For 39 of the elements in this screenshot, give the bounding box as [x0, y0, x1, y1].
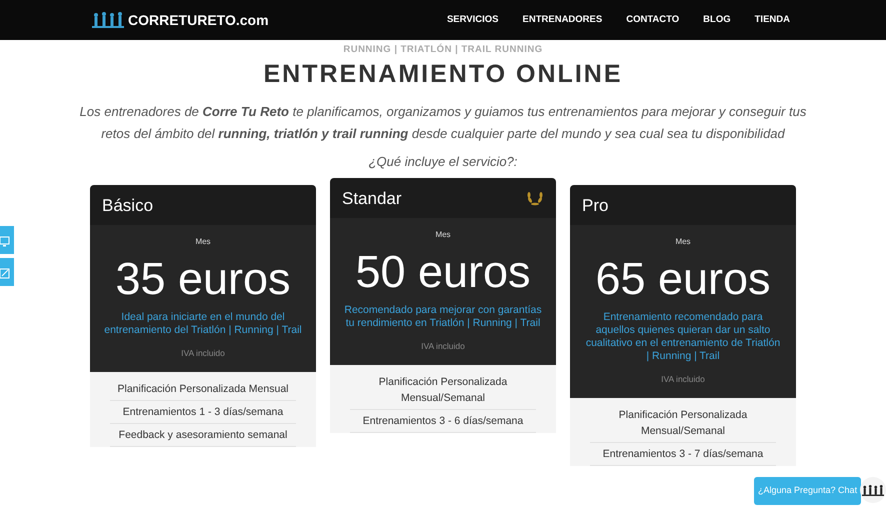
- feature-item: Planificación Personalizada Mensual/Semanal: [350, 371, 536, 410]
- plan-description: Entrenamiento recomendado para aquellos quienes quieran dar un salto cualitativo en el entrenamiento de Triatlón | Running | Trail: [584, 311, 782, 364]
- edit-icon: [0, 268, 10, 280]
- nav-link[interactable]: ENTRENADORES: [522, 12, 602, 28]
- feature-item: Planificación Personalizada Mensual: [110, 378, 296, 401]
- monitor-button[interactable]: [0, 226, 14, 254]
- plan-description: Recomendado para mejorar con garantías tu rendimiento en Triatlón | Running | Trail: [344, 304, 542, 330]
- monitor-icon: [0, 236, 10, 248]
- nav-link[interactable]: SERVICIOS: [446, 12, 499, 28]
- feature-item: Entrenamientos 1 - 3 días/semana: [110, 401, 296, 424]
- plan-price: 35 euros: [114, 252, 292, 306]
- period-label: Mes: [434, 230, 452, 240]
- plan-description: Ideal para iniciarte en el mundo del entrenamiento del Triatlón | Running | Trail: [104, 311, 302, 338]
- question-text: ¿Qué incluye el servicio?:: [368, 153, 518, 172]
- runners-logo-icon: [92, 11, 124, 29]
- intro-paragraph: Los entrenadores de Corre Tu Reto te planificamos, organizamos y guiamos tus entrenamientos para mejorar y conseguir tus retos del ámbito del running, triatlón y trail running desde cualquier parte del mundo y sea cual sea tu disponibilidad: [78, 103, 808, 144]
- period-label: Mes: [194, 237, 212, 248]
- nav-link[interactable]: CONTACTO: [626, 12, 680, 28]
- page-heading: ENTRENAMIENTO ONLINE: [262, 59, 624, 90]
- tax-note: IVA incluido: [180, 347, 226, 360]
- feature-item: Planificación Personalizada Mensual/Semanal: [590, 404, 776, 443]
- nav-link[interactable]: BLOG: [703, 12, 731, 28]
- runners-icon: [862, 484, 884, 496]
- edit-button[interactable]: [0, 258, 14, 286]
- feature-item: Feedback y asesoramiento semanal: [110, 424, 296, 447]
- nav-link[interactable]: TIENDA: [754, 12, 790, 28]
- plan-name: Básico: [102, 194, 154, 216]
- feature-item: Entrenamientos 3 - 7 días/semana: [590, 443, 776, 466]
- plan-name: Standar: [342, 188, 402, 210]
- feature-item: Entrenamientos 3 - 6 días/semana: [350, 410, 536, 433]
- plan-name: Pro: [582, 194, 608, 216]
- chat-avatar[interactable]: [860, 477, 886, 503]
- plan-price: 50 euros: [354, 245, 532, 300]
- brand-logo[interactable]: CORRETURETO.com: [128, 10, 269, 30]
- period-label: Mes: [674, 237, 692, 248]
- kicker-text: RUNNING | TRIATLÓN | TRAIL RUNNING: [342, 43, 544, 57]
- tax-note: IVA incluido: [660, 373, 706, 386]
- plan-price: 65 euros: [594, 252, 772, 306]
- tax-note: IVA incluido: [420, 340, 466, 353]
